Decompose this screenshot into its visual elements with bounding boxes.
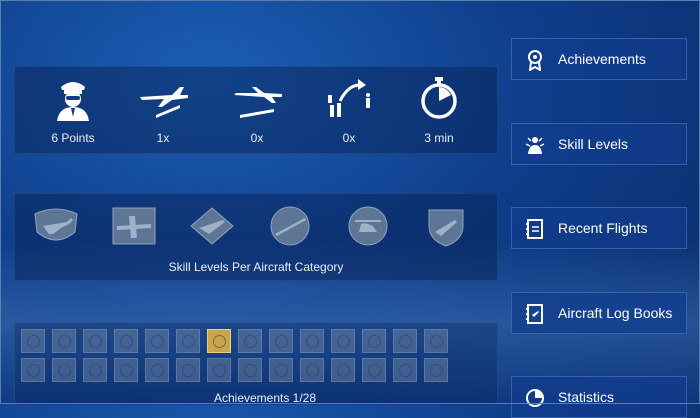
recent-flights-button[interactable]: Recent Flights xyxy=(511,207,687,249)
achievement-icon xyxy=(275,335,288,348)
achievement-icon xyxy=(244,364,257,377)
achievement-icon xyxy=(430,335,443,348)
achievement-tile[interactable] xyxy=(52,329,76,353)
achievement-icon xyxy=(182,364,195,377)
single-engine-badge-icon[interactable] xyxy=(31,204,81,248)
achievement-icon xyxy=(182,335,195,348)
helicopter-badge-icon[interactable] xyxy=(343,204,393,248)
achievement-tile[interactable] xyxy=(300,358,324,382)
achievement-icon xyxy=(89,335,102,348)
statistics-button[interactable]: Statistics xyxy=(511,376,687,418)
stat-takeoffs: 1x xyxy=(123,67,203,153)
menu-label: Aircraft Log Books xyxy=(558,305,673,321)
achievement-icon xyxy=(213,364,226,377)
stats-panel: 6 Points 1x 0x 0x 3 min xyxy=(14,66,498,154)
stat-label: 1x xyxy=(156,131,170,145)
stat-points: 6 Points xyxy=(33,67,113,153)
skill-icon xyxy=(525,137,545,154)
achievement-tile[interactable] xyxy=(207,329,231,353)
achievement-icon xyxy=(120,335,133,348)
achievement-icon xyxy=(27,364,40,377)
achievement-icon xyxy=(337,364,350,377)
jet-badge-icon[interactable] xyxy=(187,204,237,248)
logbook-icon xyxy=(526,304,543,324)
achievement-tile[interactable] xyxy=(207,358,231,382)
achievement-tile[interactable] xyxy=(145,358,169,382)
achievement-tile[interactable] xyxy=(114,329,138,353)
achievement-icon xyxy=(151,364,164,377)
achievement-tile[interactable] xyxy=(393,329,417,353)
skills-title: Skill Levels Per Aircraft Category xyxy=(168,260,344,274)
achievement-tile[interactable] xyxy=(362,358,386,382)
shield-plane-badge-icon[interactable] xyxy=(421,204,471,248)
achievement-tile[interactable] xyxy=(21,358,45,382)
achievement-icon xyxy=(213,335,226,348)
achievement-icon xyxy=(58,335,71,348)
stat-label: 3 min xyxy=(424,131,454,145)
achievement-icon xyxy=(275,364,288,377)
pie-icon xyxy=(526,389,544,407)
achievement-tile[interactable] xyxy=(424,329,448,353)
achievement-tile[interactable] xyxy=(331,329,355,353)
achievement-tile[interactable] xyxy=(362,329,386,353)
achievement-tile[interactable] xyxy=(52,358,76,382)
achievement-icon xyxy=(306,364,319,377)
achievement-icon xyxy=(399,335,412,348)
achievement-icon xyxy=(368,335,381,348)
stat-label: 6 Points xyxy=(51,131,95,145)
glider-badge-icon[interactable] xyxy=(265,204,315,248)
achievement-tile[interactable] xyxy=(114,358,138,382)
achievement-icon xyxy=(399,364,412,377)
achievement-tile[interactable] xyxy=(21,329,45,353)
menu-label: Recent Flights xyxy=(558,220,648,236)
achievement-icon xyxy=(337,335,350,348)
achievement-tile[interactable] xyxy=(238,358,262,382)
achievement-icon xyxy=(151,335,164,348)
achievement-tile[interactable] xyxy=(83,329,107,353)
stat-label: 0x xyxy=(250,131,264,145)
skill-levels-panel: Skill Levels Per Aircraft Category xyxy=(14,193,498,281)
maneuver-icon xyxy=(328,79,370,117)
achievement-icon xyxy=(306,335,319,348)
achievement-tile[interactable] xyxy=(393,358,417,382)
pilot-icon xyxy=(57,82,89,121)
menu-label: Skill Levels xyxy=(558,136,629,152)
menu-label: Statistics xyxy=(558,389,615,405)
twin-engine-badge-icon[interactable] xyxy=(109,204,159,248)
achievement-icon xyxy=(120,364,133,377)
achievement-tile[interactable] xyxy=(269,329,293,353)
menu-label: Achievements xyxy=(558,51,646,67)
achievement-tile[interactable] xyxy=(331,358,355,382)
achievement-icon xyxy=(89,364,102,377)
stopwatch-icon xyxy=(421,77,457,119)
achievement-icon xyxy=(244,335,257,348)
stat-maneuvers: 0x xyxy=(309,67,389,153)
aircraft-log-books-button[interactable]: Aircraft Log Books xyxy=(511,292,687,334)
stat-landings: 0x xyxy=(217,67,297,153)
award-icon xyxy=(528,50,542,71)
achievement-tile[interactable] xyxy=(238,329,262,353)
logbook-icon xyxy=(526,219,543,239)
achievement-icon xyxy=(430,364,443,377)
achievement-tile[interactable] xyxy=(424,358,448,382)
skill-levels-button[interactable]: Skill Levels xyxy=(511,123,687,165)
achievement-tile[interactable] xyxy=(145,329,169,353)
achievement-tile[interactable] xyxy=(300,329,324,353)
landing-icon xyxy=(234,87,282,118)
achievements-title: Achievements 1/28 xyxy=(213,391,317,405)
achievement-icon xyxy=(27,335,40,348)
takeoff-icon xyxy=(140,87,188,118)
achievement-tile[interactable] xyxy=(83,358,107,382)
achievement-tile[interactable] xyxy=(176,358,200,382)
achievement-tile[interactable] xyxy=(176,329,200,353)
stat-time: 3 min xyxy=(399,67,479,153)
achievement-icon xyxy=(368,364,381,377)
stat-label: 0x xyxy=(342,131,356,145)
achievement-tile[interactable] xyxy=(269,358,293,382)
achievements-button[interactable]: Achievements xyxy=(511,38,687,80)
achievement-icon xyxy=(58,364,71,377)
achievements-panel: Achievements 1/28 xyxy=(14,322,498,406)
